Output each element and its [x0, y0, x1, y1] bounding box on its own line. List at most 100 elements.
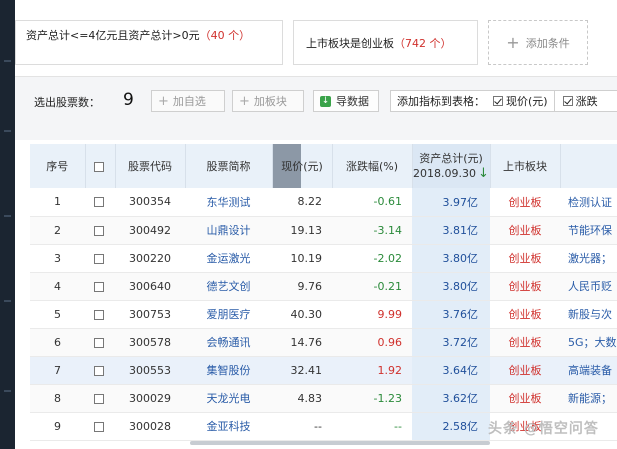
condition-card-board[interactable]: 上市板块是创业板（742 个） [293, 20, 478, 65]
condition-text: 上市板块是创业板 [306, 37, 394, 50]
cell-assets: 3.80亿 [412, 244, 490, 273]
table-row[interactable]: 6 300578 会畅通讯 14.76 0.96 3.72亿 创业板 5G；大数 [30, 328, 617, 357]
add-sector-button[interactable]: + 加板块 [232, 90, 304, 112]
condition-card-assets[interactable]: 资产总计<=4亿元且资产总计>0元（40 个） [15, 20, 283, 65]
header-assets-date: 2018.09.30 [413, 167, 477, 180]
cell-name[interactable]: 金运激光 [185, 244, 272, 273]
cell-name[interactable]: 东华测试 [185, 188, 272, 217]
checkbox-checked-icon[interactable] [493, 96, 503, 106]
cell-select[interactable] [85, 216, 115, 245]
export-data-button[interactable]: ↓ 导数据 [313, 90, 379, 112]
table-row[interactable]: 3 300220 金运激光 10.19 -2.02 3.80亿 创业板 激光器； [30, 244, 617, 273]
cell-assets: 3.97亿 [412, 188, 490, 217]
cell-name[interactable]: 集智股份 [185, 356, 272, 385]
cell-select[interactable] [85, 300, 115, 329]
cell-select[interactable] [85, 412, 115, 441]
cell-desc[interactable]: 高端装备 [560, 356, 617, 385]
checkbox-icon[interactable] [93, 421, 104, 432]
checkbox-icon[interactable] [93, 225, 104, 236]
add-watchlist-button[interactable]: + 加自选 [151, 90, 225, 112]
header-assets[interactable]: 资产总计(元) 2018.09.30 ↓ [412, 144, 491, 188]
cell-name[interactable]: 会畅通讯 [185, 328, 272, 357]
left-sidebar-strip [0, 0, 15, 449]
cell-assets: 3.80亿 [412, 272, 490, 301]
checkbox-icon[interactable] [93, 161, 104, 172]
cell-board: 创业板 [490, 356, 560, 385]
horizontal-scrollbar[interactable] [190, 441, 490, 445]
sidebar-mark [4, 130, 11, 132]
add-watchlist-label: 加自选 [172, 95, 206, 108]
sort-down-arrow-icon[interactable]: ↓ [478, 166, 489, 181]
cell-price: 8.22 [272, 188, 332, 217]
cell-desc[interactable]: 节能环保 [560, 216, 617, 245]
checkbox-icon[interactable] [93, 337, 104, 348]
table-row[interactable]: 1 300354 东华测试 8.22 -0.61 3.97亿 创业板 检测认证 [30, 188, 617, 217]
cell-board: 创业板 [490, 384, 560, 413]
cell-index: 3 [30, 244, 85, 273]
plus-icon: + [158, 93, 169, 109]
condition-text: 资产总计<=4亿元且资产总计>0元 [26, 29, 200, 42]
checkbox-icon[interactable] [93, 197, 104, 208]
cell-name[interactable]: 德艺文创 [185, 272, 272, 301]
cell-desc[interactable]: 新股与次 [560, 300, 617, 329]
cell-price: 10.19 [272, 244, 332, 273]
cell-price: -- [272, 412, 332, 441]
cell-select[interactable] [85, 384, 115, 413]
header-name[interactable]: 股票简称 [185, 144, 273, 188]
cell-change: -0.61 [332, 188, 412, 217]
cell-name[interactable]: 金亚科技 [185, 412, 272, 441]
cell-select[interactable] [85, 244, 115, 273]
cell-name[interactable]: 爱朋医疗 [185, 300, 272, 329]
header-select-all[interactable] [85, 144, 116, 188]
table-row[interactable]: 7 300553 集智股份 32.41 1.92 3.64亿 创业板 高端装备 [30, 356, 617, 385]
cell-board: 创业板 [490, 216, 560, 245]
cell-index: 6 [30, 328, 85, 357]
checkbox-icon[interactable] [93, 253, 104, 264]
table-header-row: 序号 股票代码 股票简称 现价(元) 涨跌幅(%) 资产总计(元) 2018.0… [30, 144, 617, 188]
checkbox-icon[interactable] [93, 365, 104, 376]
cell-price: 19.13 [272, 216, 332, 245]
cell-name[interactable]: 山鼎设计 [185, 216, 272, 245]
cell-assets: 3.62亿 [412, 384, 490, 413]
add-condition-button[interactable]: + 添加条件 [488, 20, 588, 65]
cell-board: 创业板 [490, 300, 560, 329]
cell-code: 300492 [115, 216, 185, 245]
condition-count: （40 个） [199, 29, 251, 42]
table-row[interactable]: 4 300640 德艺文创 9.76 -0.21 3.80亿 创业板 人民币贬 [30, 272, 617, 301]
cell-index: 5 [30, 300, 85, 329]
cell-select[interactable] [85, 356, 115, 385]
header-board[interactable]: 上市板块 [490, 144, 561, 188]
cell-index: 4 [30, 272, 85, 301]
cell-code: 300029 [115, 384, 185, 413]
header-change[interactable]: 涨跌幅(%) [332, 144, 413, 188]
cell-assets: 3.76亿 [412, 300, 490, 329]
sidebar-mark [4, 300, 11, 302]
header-price[interactable]: 现价(元) [272, 144, 333, 188]
cell-desc[interactable]: 新能源； [560, 384, 617, 413]
results-table: 序号 股票代码 股票简称 现价(元) 涨跌幅(%) 资产总计(元) 2018.0… [30, 144, 617, 441]
checkbox-icon[interactable] [93, 393, 104, 404]
indicator-option-price[interactable]: 现价(元) [493, 93, 548, 109]
cell-desc[interactable]: 激光器； [560, 244, 617, 273]
indicator-option-change[interactable]: 涨跌 [562, 93, 598, 109]
results-table-container: 序号 股票代码 股票简称 现价(元) 涨跌幅(%) 资产总计(元) 2018.0… [30, 144, 617, 441]
table-row[interactable]: 2 300492 山鼎设计 19.13 -3.14 3.81亿 创业板 节能环保 [30, 216, 617, 245]
cell-code: 300553 [115, 356, 185, 385]
table-row[interactable]: 8 300029 天龙光电 4.83 -1.23 3.62亿 创业板 新能源； [30, 384, 617, 413]
header-code[interactable]: 股票代码 [115, 144, 186, 188]
cell-select[interactable] [85, 272, 115, 301]
cell-select[interactable] [85, 188, 115, 217]
cell-board: 创业板 [490, 272, 560, 301]
cell-assets: 3.81亿 [412, 216, 490, 245]
table-row[interactable]: 5 300753 爱朋医疗 40.30 9.99 3.76亿 创业板 新股与次 [30, 300, 617, 329]
cell-name[interactable]: 天龙光电 [185, 384, 272, 413]
cell-desc[interactable]: 人民币贬 [560, 272, 617, 301]
cell-select[interactable] [85, 328, 115, 357]
cell-desc[interactable]: 5G；大数 [560, 328, 617, 357]
cell-price: 4.83 [272, 384, 332, 413]
cell-desc[interactable]: 检测认证 [560, 188, 617, 217]
indicator-option-label: 涨跌 [575, 95, 598, 108]
checkbox-icon[interactable] [93, 309, 104, 320]
checkbox-icon[interactable] [93, 281, 104, 292]
checkbox-checked-icon[interactable] [562, 96, 573, 106]
